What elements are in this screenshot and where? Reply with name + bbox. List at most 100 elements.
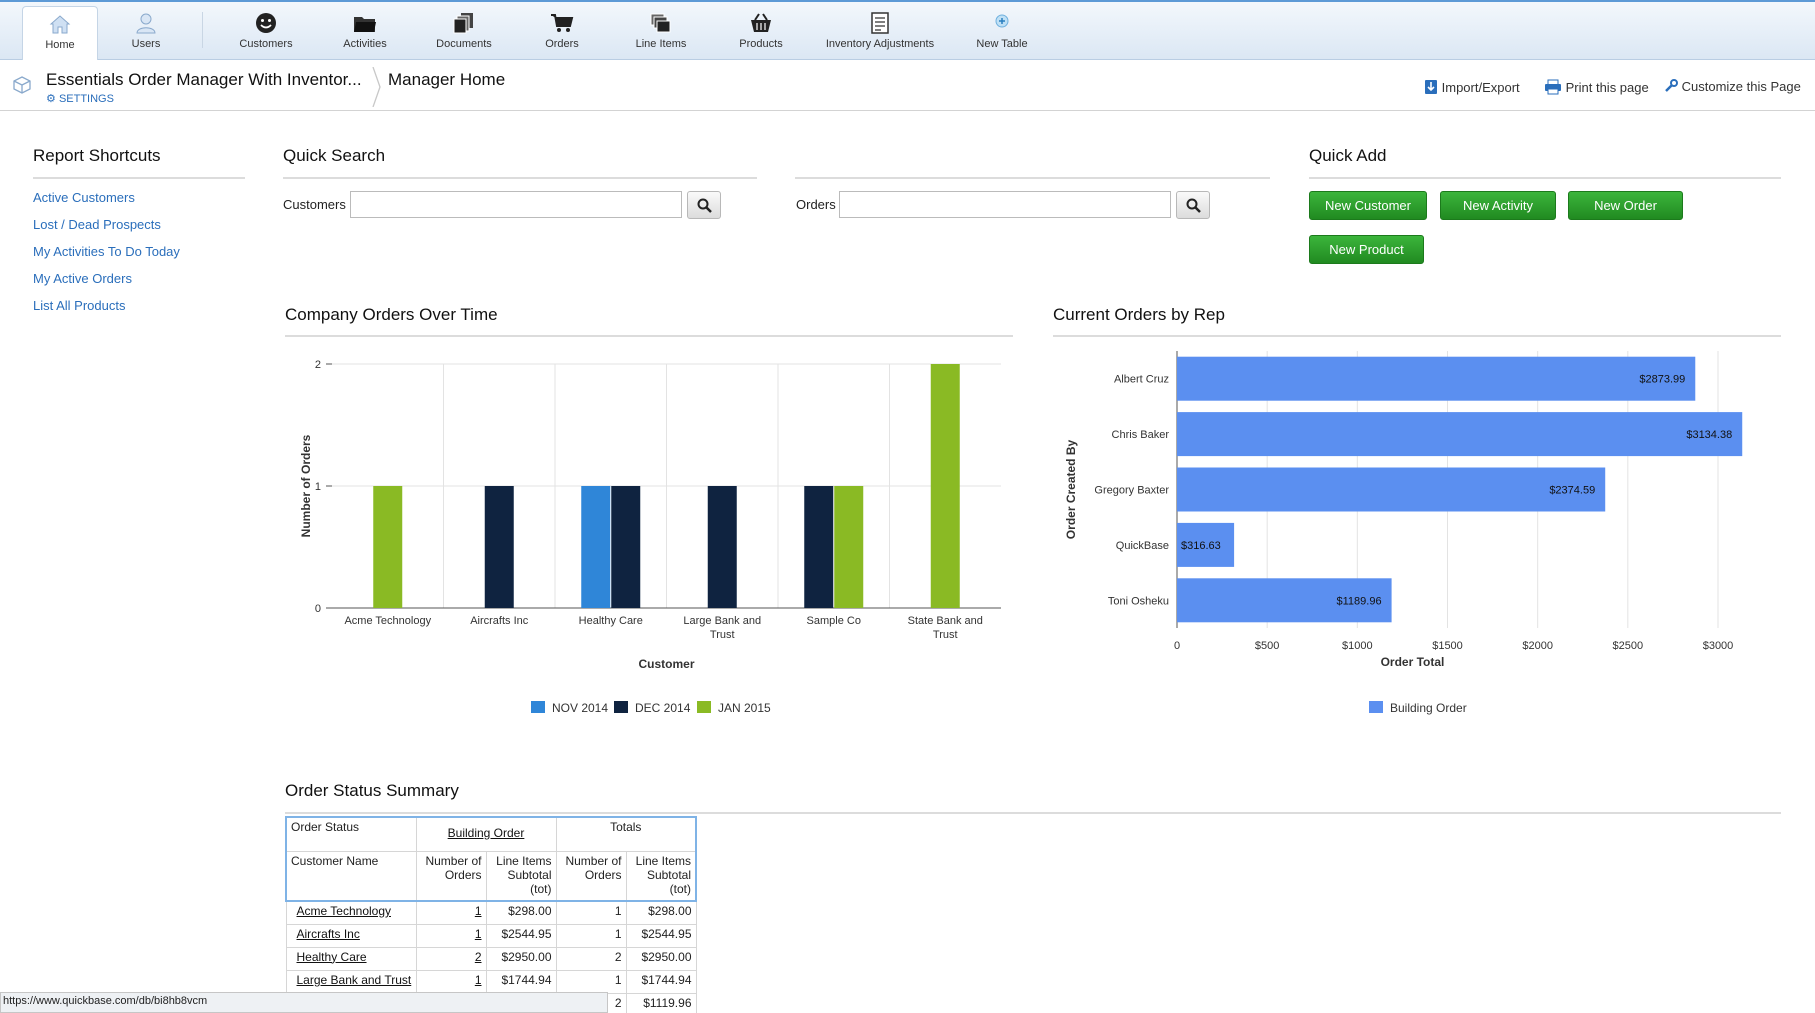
subtotal-cell: $1744.94	[485, 969, 557, 994]
app-title[interactable]: Essentials Order Manager With Inventor..…	[46, 70, 362, 90]
settings-label: SETTINGS	[58, 93, 114, 105]
total-number-cell: 1	[555, 923, 627, 948]
company-orders-chart-title: Company Orders Over Time	[285, 305, 498, 324]
customize-link[interactable]: Customize this Page	[1664, 79, 1801, 94]
nav-line-items[interactable]: Line Items	[628, 6, 694, 58]
x-tick-label: Large Bank and Trust	[683, 615, 761, 641]
total-subtotal-cell: $1119.96	[625, 992, 697, 1013]
wrench-icon	[1665, 79, 1678, 92]
legend-swatch	[531, 701, 545, 713]
customer-link[interactable]: Acme Technology	[297, 904, 392, 918]
order-status-summary-table: Order Status Building Order Totals Custo…	[285, 816, 697, 1013]
x-tick-label: State Bank and Trust	[908, 615, 983, 641]
customer-link[interactable]: Healthy Care	[297, 950, 367, 964]
x-axis-title: Order Total	[1381, 655, 1445, 669]
nav-documents[interactable]: Documents	[426, 6, 502, 58]
shortcut-my-activities-today[interactable]: My Activities To Do Today	[33, 244, 180, 259]
bar-nov-2014	[581, 486, 611, 608]
table-subheader-row: Customer Name Number of Orders Line Item…	[285, 850, 697, 902]
table-row: Acme Technology 1 $298.00 1 $298.00	[285, 900, 697, 925]
nav-line-items-label: Line Items	[635, 38, 687, 50]
bar-dec-2014	[484, 486, 514, 608]
y-axis-title: Order Created By	[1064, 439, 1078, 539]
nav-home-label: Home	[45, 39, 75, 51]
gear-icon: ⚙	[46, 93, 56, 105]
data-label: $2374.59	[1549, 485, 1595, 497]
y-tick-label: Toni Osheku	[1108, 595, 1169, 607]
number-of-orders-link[interactable]: 2	[475, 950, 482, 964]
number-of-orders-cell: 1	[415, 923, 487, 948]
orders-search-label: Orders	[796, 197, 836, 212]
y-tick-label: Chris Baker	[1112, 429, 1170, 441]
table-row: Aircrafts Inc 1 $2544.95 1 $2544.95	[285, 923, 697, 948]
orders-search-input[interactable]	[839, 191, 1171, 218]
subtotal-cell: $298.00	[485, 900, 557, 925]
orders-search-button[interactable]	[1176, 191, 1210, 219]
legend-swatch	[614, 701, 628, 713]
shortcut-my-active-orders[interactable]: My Active Orders	[33, 271, 132, 286]
header-total-number-of-orders: Number of Orders	[555, 850, 627, 902]
x-tick-label: $2000	[1522, 640, 1553, 652]
bar-dec-2014	[707, 486, 737, 608]
customers-search-input[interactable]	[350, 191, 682, 218]
customer-link[interactable]: Large Bank and Trust	[297, 973, 412, 987]
header-building-order[interactable]: Building Order	[415, 816, 557, 852]
nav-inventory-adjustments-label: Inventory Adjustments	[825, 38, 935, 50]
x-tick-label: Aircrafts Inc	[470, 615, 529, 627]
number-of-orders-link[interactable]: 1	[475, 973, 482, 987]
nav-products[interactable]: Products	[732, 6, 790, 58]
nav-customers[interactable]: Customers	[226, 6, 306, 58]
import-export-link[interactable]: Import/Export	[1424, 79, 1520, 95]
legend-label: DEC 2014	[635, 701, 691, 715]
customer-name-cell: Healthy Care	[285, 946, 417, 971]
header-line-items-subtotal: Line Items Subtotal (tot)	[485, 850, 557, 902]
nav-orders-label: Orders	[545, 38, 579, 50]
breadcrumb-separator	[372, 67, 381, 107]
customer-name-cell: Acme Technology	[285, 900, 417, 925]
total-subtotal-cell: $2544.95	[625, 923, 697, 948]
cart-icon	[551, 14, 574, 32]
new-customer-button[interactable]: New Customer	[1309, 191, 1427, 220]
customers-search-button[interactable]	[687, 191, 721, 219]
number-of-orders-link[interactable]: 1	[475, 927, 482, 941]
x-tick-label: $2500	[1613, 640, 1644, 652]
x-tick-label: $500	[1255, 640, 1279, 652]
x-tick-label: $1000	[1342, 640, 1373, 652]
new-product-button[interactable]: New Product	[1309, 235, 1424, 264]
x-tick-label: 0	[1174, 640, 1180, 652]
bar-dec-2014	[804, 486, 834, 608]
subtotal-cell: $2950.00	[485, 946, 557, 971]
documents-icon	[453, 13, 473, 34]
import-export-label: Import/Export	[1441, 80, 1520, 95]
building-order-link[interactable]: Building Order	[448, 826, 525, 840]
nav-orders[interactable]: Orders	[536, 6, 588, 58]
print-link[interactable]: Print this page	[1544, 79, 1649, 95]
nav-products-label: Products	[739, 38, 783, 50]
y-tick-label: QuickBase	[1116, 540, 1169, 552]
new-order-button[interactable]: New Order	[1568, 191, 1683, 220]
divider	[285, 812, 1781, 814]
new-activity-button[interactable]: New Activity	[1440, 191, 1556, 220]
home-icon	[49, 15, 71, 34]
shortcut-list-all-products[interactable]: List All Products	[33, 298, 126, 313]
shortcut-active-customers[interactable]: Active Customers	[33, 190, 135, 205]
customer-link[interactable]: Aircrafts Inc	[297, 927, 360, 941]
nav-new-table[interactable]: New Table	[970, 6, 1034, 58]
bar-jan-2015	[373, 486, 403, 608]
number-of-orders-link[interactable]: 1	[475, 904, 482, 918]
settings-link[interactable]: ⚙ SETTINGS	[46, 92, 114, 105]
nav-activities[interactable]: Activities	[330, 6, 400, 58]
total-number-cell: 2	[555, 946, 627, 971]
shortcut-lost-dead-prospects[interactable]: Lost / Dead Prospects	[33, 217, 161, 232]
order-status-summary-title: Order Status Summary	[285, 781, 459, 800]
browser-status-bar: https://www.quickbase.com/db/bi8hb8vcm	[0, 992, 608, 1013]
data-label: $2873.99	[1639, 374, 1685, 386]
nav-inventory-adjustments[interactable]: Inventory Adjustments	[822, 6, 938, 58]
nav-users[interactable]: Users	[118, 6, 174, 58]
y-axis-title: Number of Orders	[299, 434, 313, 537]
nav-home[interactable]: Home	[22, 6, 98, 60]
company-orders-chart: 0 1 2 Acme Technology Aircrafts Inc Healthy C…	[299, 359, 1001, 715]
table-row: Large Bank and Trust 1 $1744.94 1 $1744.…	[285, 969, 697, 994]
nav-users-label: Users	[131, 38, 161, 50]
subtotal-cell: $2544.95	[485, 923, 557, 948]
